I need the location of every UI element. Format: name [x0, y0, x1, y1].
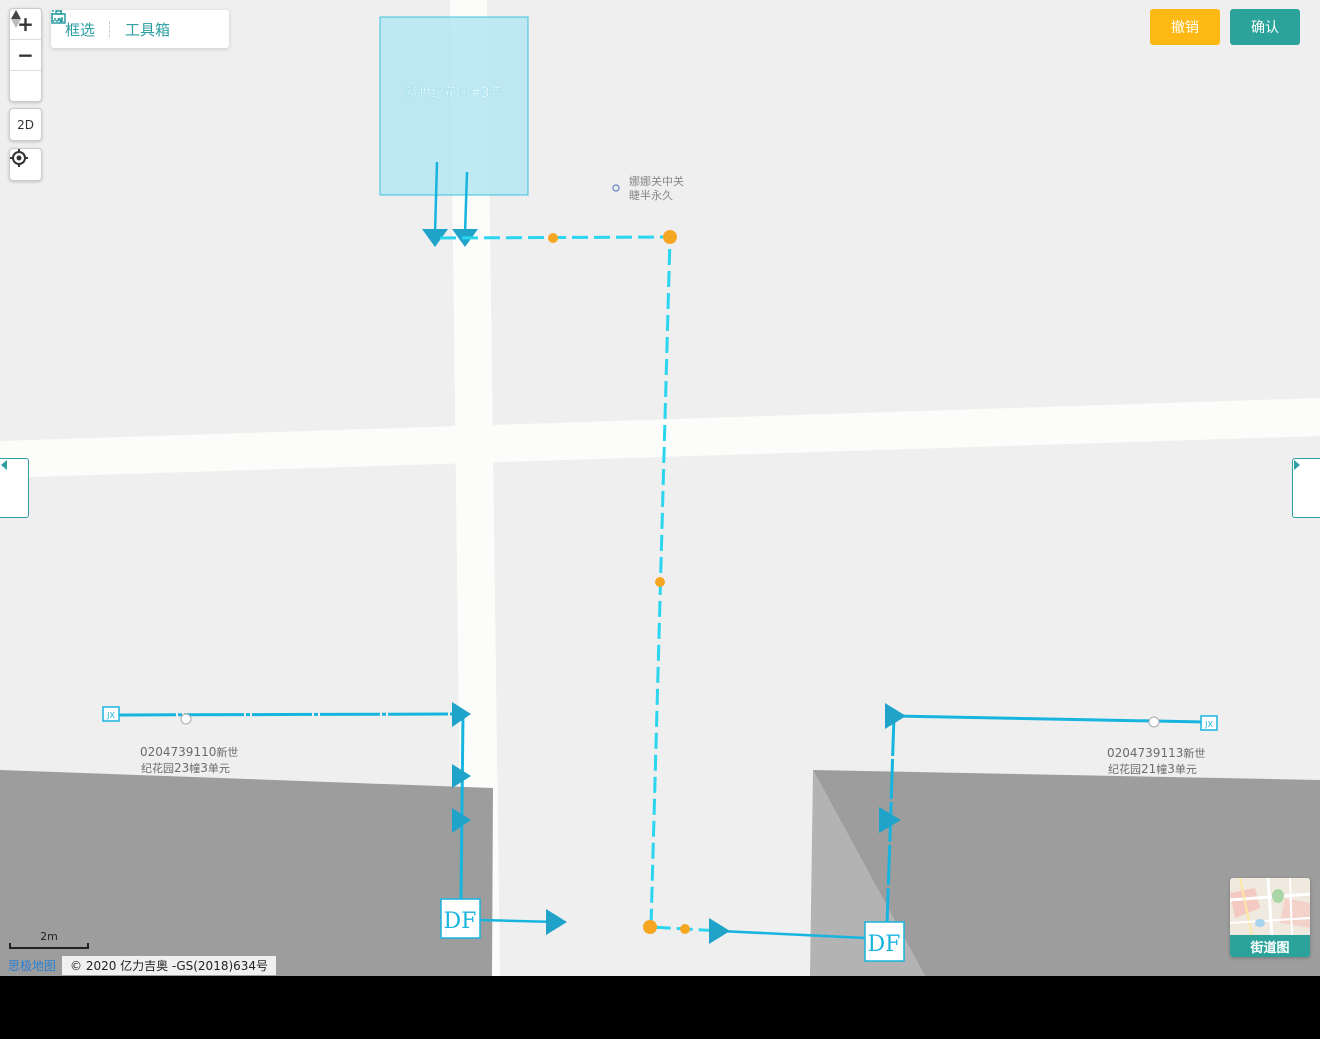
direction-arrow-icon — [885, 703, 906, 729]
locate-icon — [10, 149, 28, 167]
poi-marker-icon[interactable] — [612, 184, 620, 192]
horizontal-road — [0, 398, 1320, 478]
poi-label-line2: 睫半永久 — [629, 188, 673, 202]
poi-label-line1: 娜娜关中关 — [629, 174, 684, 188]
view-mode-button[interactable]: 2D — [9, 108, 42, 141]
street-map-label: 街道图 — [1230, 935, 1310, 957]
junction-icon — [1148, 716, 1160, 728]
branch-line-left[interactable] — [109, 712, 461, 717]
toolbox-tool[interactable]: 工具箱 — [51, 10, 184, 40]
branch-line-left-vertical[interactable] — [459, 713, 465, 901]
map-logo[interactable]: 思极地图 — [8, 957, 56, 974]
confirm-button[interactable]: 确认 — [1230, 9, 1300, 45]
street-map-thumbnail — [1230, 878, 1310, 936]
right-panel-toggle[interactable] — [1292, 458, 1320, 518]
map-attribution: 思极地图 © 2020 亿力吉奥 -GS(2018)634号 — [8, 956, 277, 975]
unit-label-right-line1: 0204739113新世 — [1107, 746, 1205, 760]
map-layer: 新世纪花园#3变 娜娜关中关 睫半永久 JX JX DF DF 02047391… — [0, 0, 1320, 976]
toolbox-icon — [51, 10, 66, 24]
df-label-left: DF — [444, 909, 477, 934]
route-node[interactable] — [548, 233, 558, 243]
map-toolbar: 框选 工具箱 — [51, 10, 229, 48]
route-node[interactable] — [680, 924, 690, 934]
caret-right-icon — [1294, 460, 1300, 470]
locate-button[interactable] — [9, 148, 42, 181]
jx-label-right: JX — [1204, 720, 1213, 729]
direction-arrow-icon — [546, 909, 567, 935]
substation-box[interactable] — [379, 16, 529, 196]
direction-arrow-icon — [709, 918, 730, 944]
unit-label-left-line2: 纪花园23幢3单元 — [141, 761, 230, 775]
map-canvas[interactable]: 新世纪花园#3变 娜娜关中关 睫半永久 JX JX DF DF 02047391… — [0, 0, 1320, 976]
jx-label-left: JX — [106, 711, 115, 720]
unit-label-right-line2: 纪花园21幢3单元 — [1108, 762, 1197, 776]
copyright-text: © 2020 亿力吉奥 -GS(2018)634号 — [62, 956, 277, 975]
box-select-label: 框选 — [65, 20, 96, 39]
route-node[interactable] — [663, 230, 677, 244]
compass-button[interactable] — [10, 10, 41, 101]
scale-label: 2m — [40, 930, 58, 943]
scale-bar: 2m — [9, 930, 89, 949]
route-node[interactable] — [643, 920, 657, 934]
junction-icon — [180, 713, 192, 725]
street-map-switch[interactable]: 街道图 — [1230, 878, 1310, 957]
caret-left-icon — [1, 460, 7, 470]
cancel-button[interactable]: 撤销 — [1150, 9, 1220, 45]
scale-line — [9, 943, 89, 949]
df-label-right: DF — [868, 932, 901, 957]
toolbox-label: 工具箱 — [125, 20, 171, 39]
zoom-out-button[interactable]: − — [10, 40, 41, 71]
left-panel-toggle[interactable] — [0, 458, 29, 518]
compass-icon — [11, 10, 21, 28]
route-node[interactable] — [655, 577, 665, 587]
zoom-control: + − — [9, 8, 42, 102]
substation-label: 新世纪花园#3变 — [405, 85, 502, 101]
unit-label-left-line1: 0204739110新世 — [140, 745, 238, 759]
